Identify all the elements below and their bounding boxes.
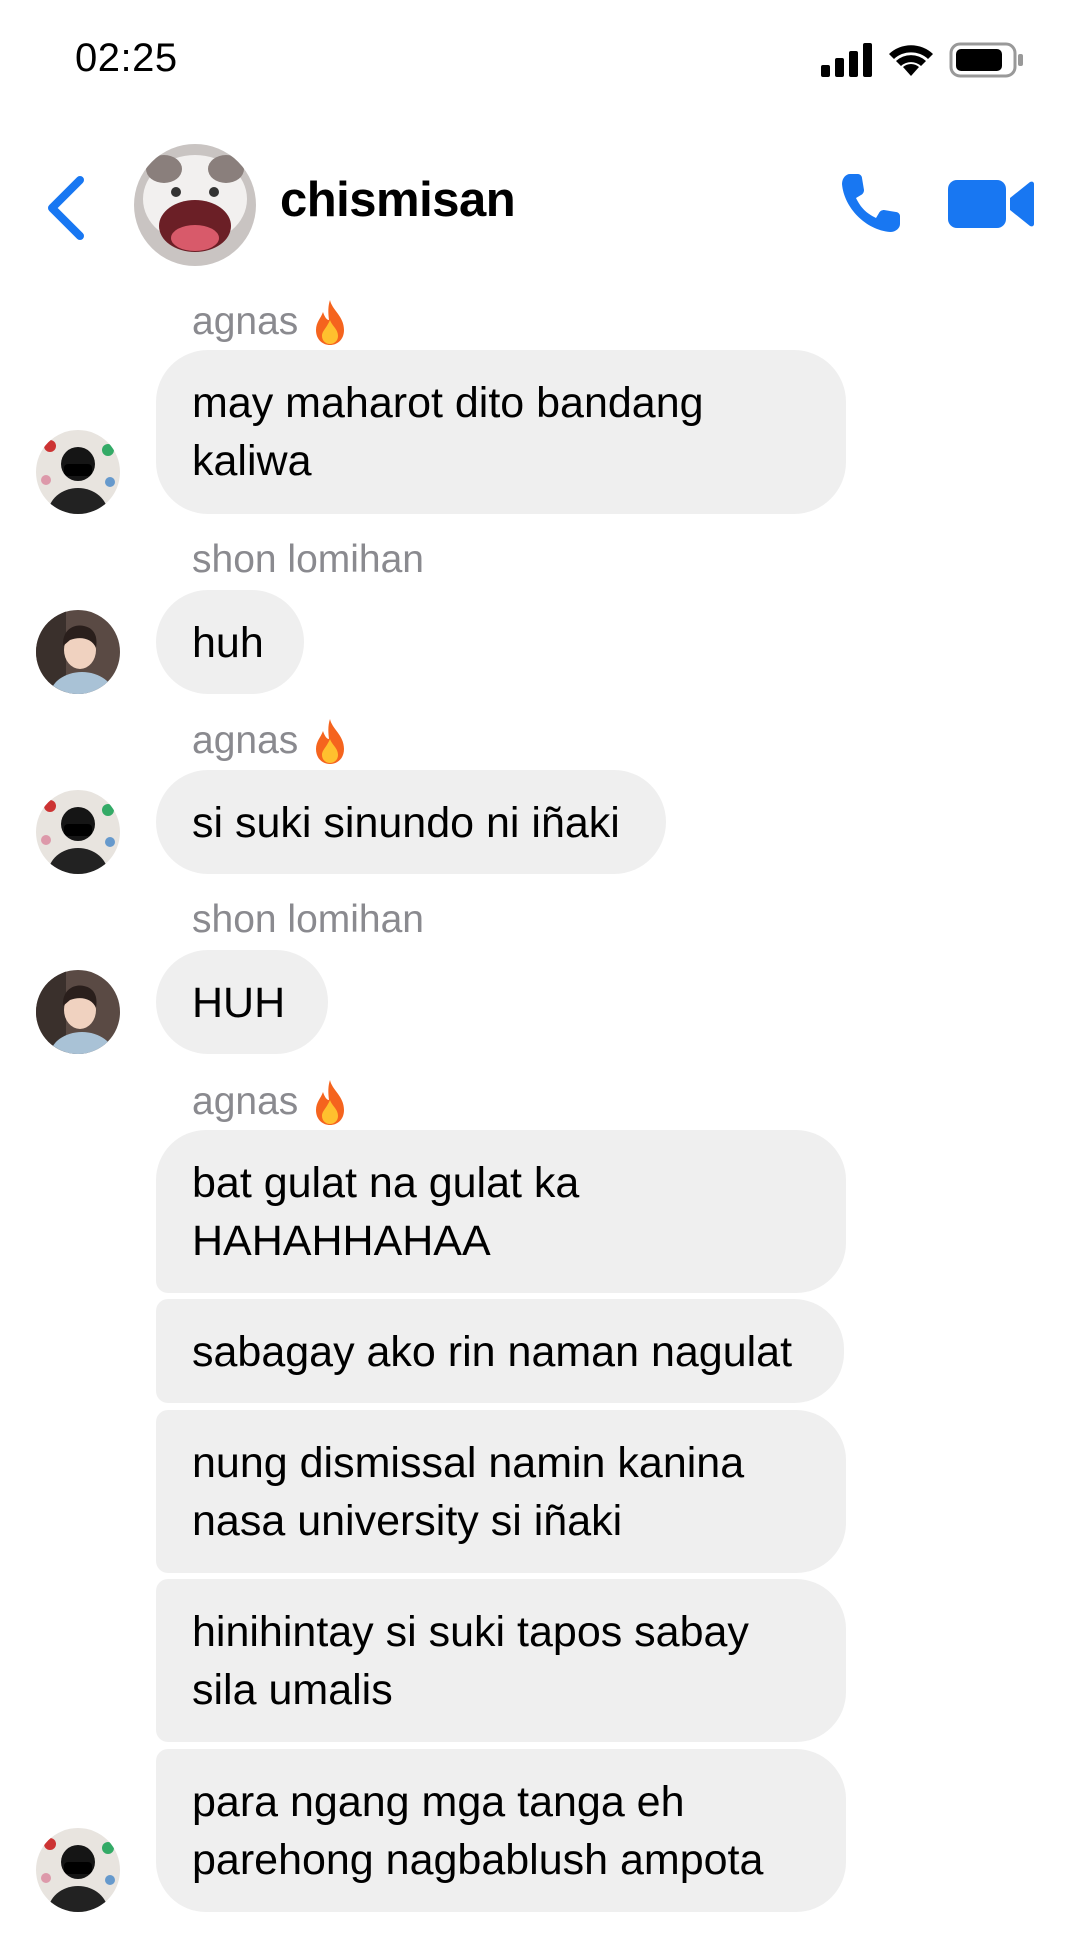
sender-name: agnas [192,717,352,765]
sender-avatar-shon[interactable] [36,970,120,1054]
message-bubble[interactable]: nung dismissal namin kanina nasa univers… [156,1410,846,1573]
video-camera-icon [948,180,1034,228]
person-avatar-icon [36,970,120,1054]
message-bubble[interactable]: para ngang mga tanga eh parehong nagbabl… [156,1749,846,1912]
battery-icon [949,42,1023,78]
person-masked-avatar-icon [36,1828,120,1912]
status-icons [821,42,1025,78]
phone-icon [842,174,900,232]
message-bubble[interactable]: HUH [156,950,328,1054]
fire-emoji-icon [316,300,345,345]
sender-name: agnas [192,298,352,346]
sender-name: agnas [192,1078,352,1126]
status-time: 02:25 [75,36,178,80]
message-bubble[interactable]: may maharot dito bandang kaliwa [156,350,846,514]
person-masked-avatar-icon [36,790,120,874]
cellular-signal-icon [821,43,872,77]
fire-emoji-icon [316,719,345,764]
fire-emoji-icon [316,1080,345,1125]
message-bubble[interactable]: huh [156,590,304,694]
message-bubble[interactable]: sabagay ako rin naman nagulat [156,1299,844,1403]
status-bar: 02:25 [0,0,1080,120]
video-call-button[interactable] [948,174,1034,234]
chat-title[interactable]: chismisan [280,172,516,228]
sender-name: shon lomihan [192,538,424,581]
message-bubble[interactable]: bat gulat na gulat ka HAHAHHAHAA [156,1130,846,1293]
message-bubble[interactable]: si suki sinundo ni iñaki [156,770,666,874]
person-masked-avatar-icon [36,430,120,514]
sender-avatar-agnas[interactable] [36,1828,120,1912]
sender-name: shon lomihan [192,898,424,941]
sender-avatar-shon[interactable] [36,610,120,694]
back-button[interactable] [38,168,98,248]
group-avatar[interactable] [134,144,256,266]
person-avatar-icon [36,610,120,694]
voice-call-button[interactable] [836,168,906,238]
sender-avatar-agnas[interactable] [36,790,120,874]
wifi-icon [889,45,933,76]
chat-header: chismisan [0,140,1080,270]
chevron-left-icon [48,176,84,240]
sender-avatar-agnas[interactable] [36,430,120,514]
cat-face-avatar-icon [134,144,256,266]
message-bubble[interactable]: hinihintay si suki tapos sabay sila umal… [156,1579,846,1742]
